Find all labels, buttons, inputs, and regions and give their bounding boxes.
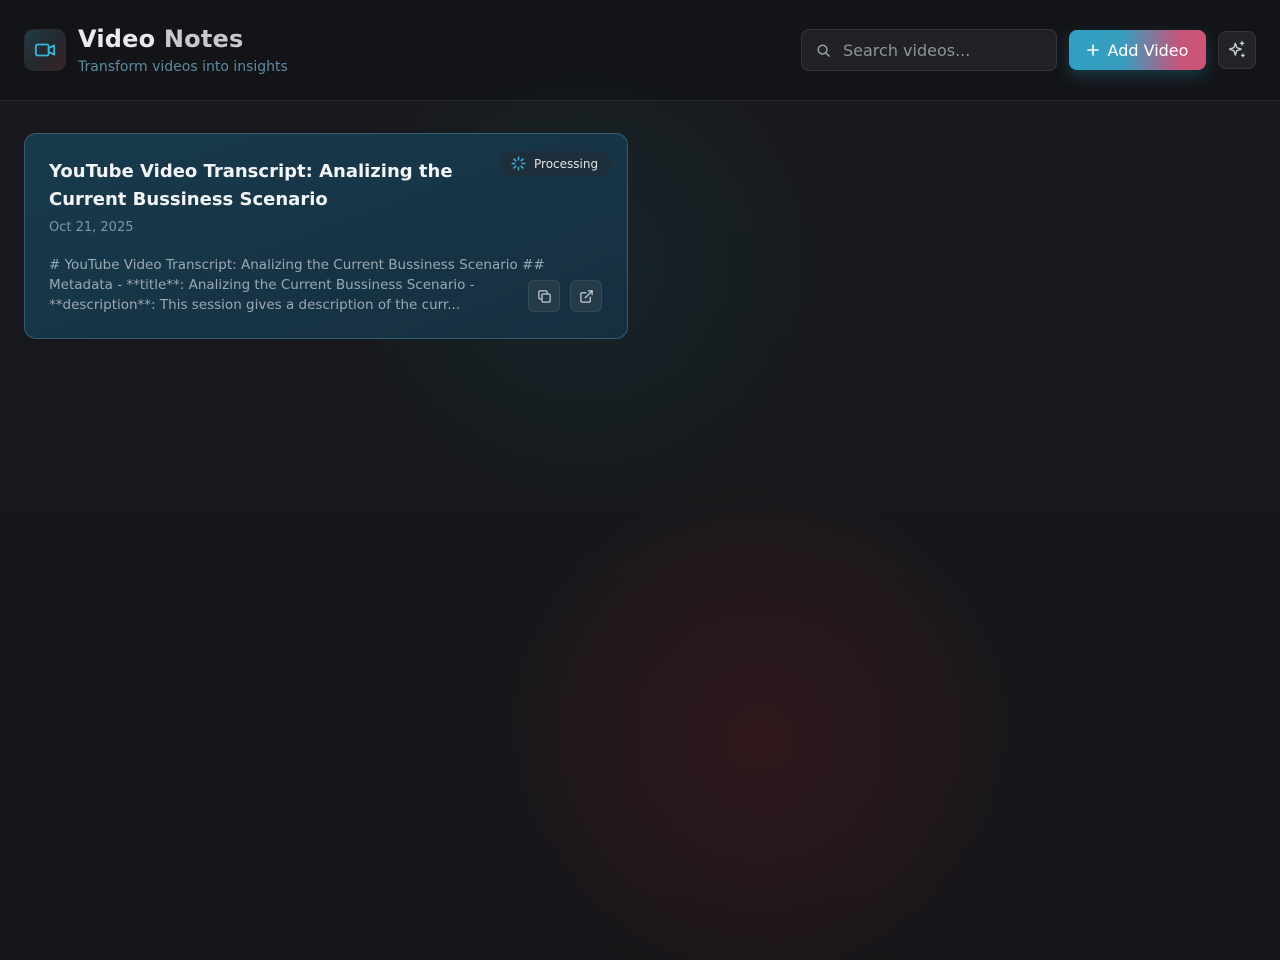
spinner-icon bbox=[511, 156, 526, 171]
open-external-button[interactable] bbox=[570, 280, 602, 312]
video-card[interactable]: YouTube Video Transcript: Analizing the … bbox=[24, 133, 628, 339]
search-icon bbox=[815, 42, 831, 58]
app-title-video: Video bbox=[78, 25, 156, 53]
video-camera-icon bbox=[34, 39, 56, 61]
copy-icon bbox=[537, 289, 552, 304]
add-video-label: Add Video bbox=[1107, 40, 1189, 60]
status-label: Processing bbox=[534, 156, 599, 171]
app-subtitle: Transform videos into insights bbox=[78, 59, 288, 75]
video-card-title: YouTube Video Transcript: Analizing the … bbox=[49, 161, 453, 210]
video-card-date: Oct 21, 2025 bbox=[49, 220, 134, 235]
status-badge: Processing bbox=[499, 151, 611, 176]
search-box[interactable] bbox=[801, 29, 1057, 71]
app-title: Video Notes bbox=[78, 24, 244, 54]
app-header: Video Notes Transform videos into insigh… bbox=[0, 0, 1280, 101]
external-link-icon bbox=[579, 289, 594, 304]
app-title-notes: Notes bbox=[163, 25, 244, 53]
video-card-excerpt: # YouTube Video Transcript: Analizing th… bbox=[49, 257, 545, 313]
sparkles-button[interactable] bbox=[1218, 31, 1256, 69]
plus-icon bbox=[1086, 44, 1099, 56]
copy-button[interactable] bbox=[528, 280, 560, 312]
sparkles-icon bbox=[1227, 40, 1247, 60]
search-input[interactable] bbox=[843, 40, 1043, 60]
app-logo bbox=[24, 29, 66, 71]
add-video-button[interactable]: Add Video bbox=[1069, 30, 1206, 70]
